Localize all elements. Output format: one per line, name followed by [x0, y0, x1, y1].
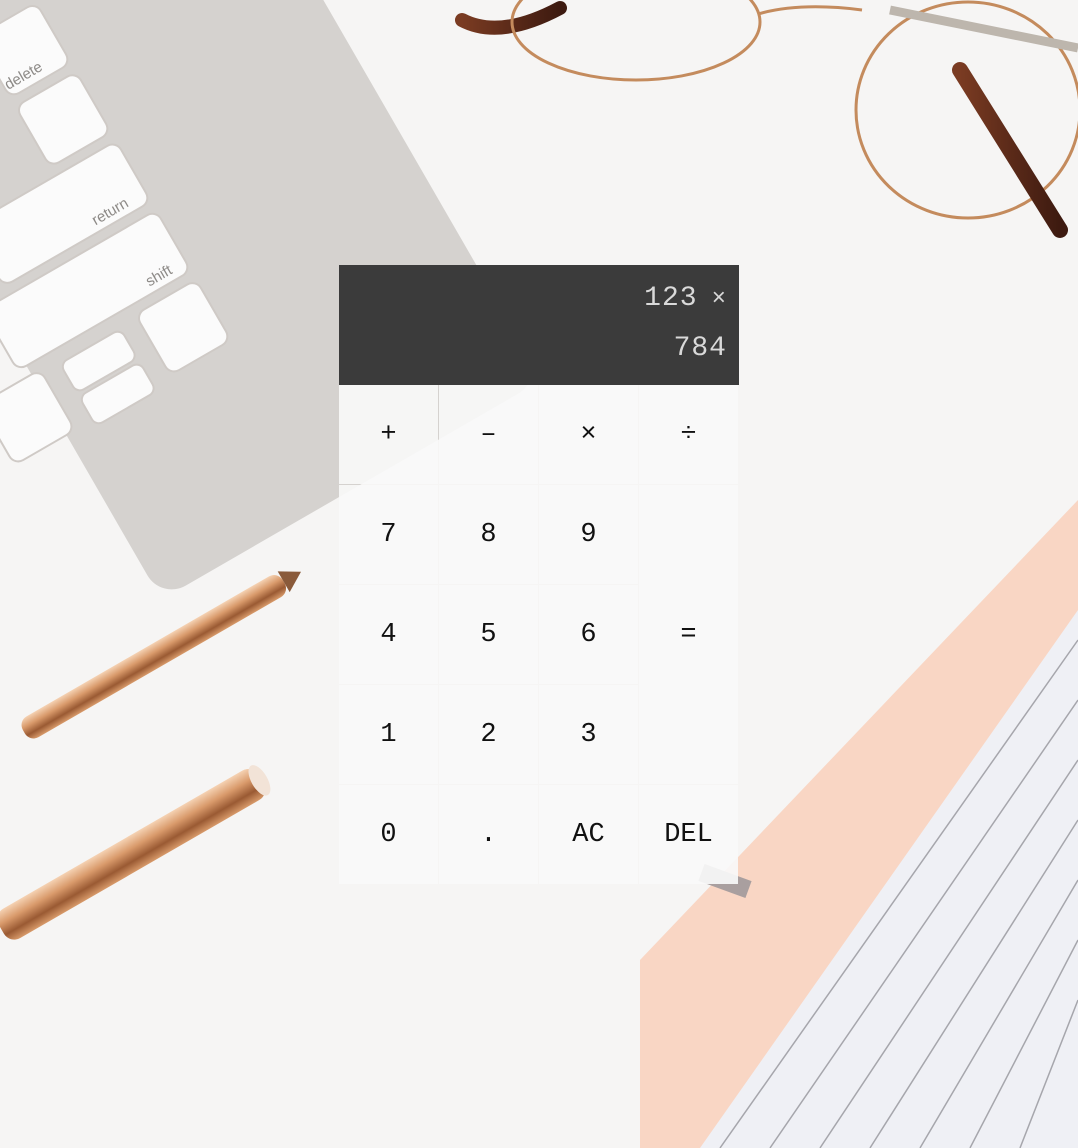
calculator: 123 × 784 + – × ÷ 7 8 9 = 4 5 6 1 2 3 0 .… [339, 265, 739, 885]
display: 123 × 784 [339, 265, 739, 385]
equals-button[interactable]: = [639, 485, 738, 784]
current-operand: 784 [673, 333, 727, 364]
glasses-illustration [455, 0, 1078, 238]
operator-display: × [711, 286, 727, 313]
divide-button[interactable]: ÷ [639, 385, 738, 484]
add-button[interactable]: + [339, 385, 438, 484]
eight-button[interactable]: 8 [439, 485, 538, 584]
multiply-button[interactable]: × [539, 385, 638, 484]
delete-button[interactable]: DEL [639, 785, 738, 884]
one-button[interactable]: 1 [339, 685, 438, 784]
two-button[interactable]: 2 [439, 685, 538, 784]
nine-button[interactable]: 9 [539, 485, 638, 584]
seven-button[interactable]: 7 [339, 485, 438, 584]
previous-operand: 123 [644, 283, 698, 314]
subtract-button[interactable]: – [439, 385, 538, 484]
zero-button[interactable]: 0 [339, 785, 438, 884]
four-button[interactable]: 4 [339, 585, 438, 684]
decimal-button[interactable]: . [439, 785, 538, 884]
pen-illustration [0, 571, 301, 940]
keypad: + – × ÷ 7 8 9 = 4 5 6 1 2 3 0 . AC DEL [339, 385, 739, 885]
five-button[interactable]: 5 [439, 585, 538, 684]
three-button[interactable]: 3 [539, 685, 638, 784]
all-clear-button[interactable]: AC [539, 785, 638, 884]
previous-operand-line: 123 × [644, 283, 727, 314]
six-button[interactable]: 6 [539, 585, 638, 684]
